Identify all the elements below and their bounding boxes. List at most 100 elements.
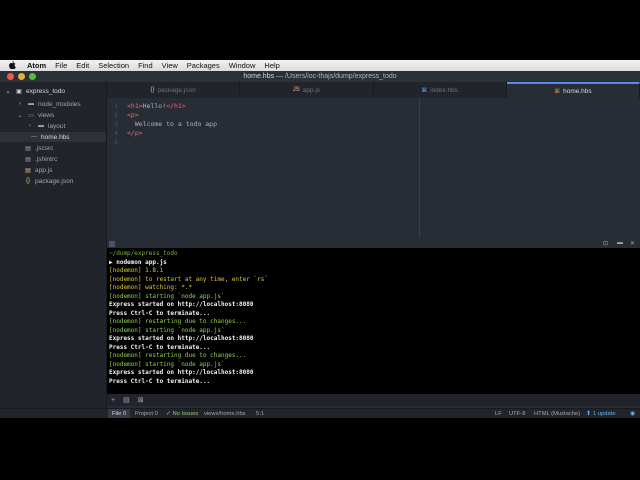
code-line: </p>	[127, 129, 143, 138]
terminal-line: Express started on http://localhost:8080	[109, 301, 254, 308]
folder-open-icon: ▭	[28, 112, 34, 119]
terminal-close-icon[interactable]: ✕	[630, 240, 635, 247]
terminal-header: ⊡ ▬ ✕	[107, 240, 640, 248]
code-line: <p>	[127, 111, 139, 120]
tree-item-layout[interactable]: › ▬ layout	[26, 121, 65, 131]
tab-home-hbs[interactable]: ⌘ home.hbs	[506, 82, 640, 98]
line-number: 4	[114, 129, 118, 137]
tree-item-label: package.json	[35, 177, 74, 185]
code-line: Welcome to a todo app	[127, 120, 217, 129]
terminal-line: Express started on http://localhost:8080	[109, 369, 254, 376]
window-title-separator: —	[274, 73, 285, 80]
terminal-line: Press Ctrl-C to terminate...	[109, 309, 211, 317]
line-number: 5	[114, 138, 118, 146]
tab-label: app.js	[302, 86, 321, 94]
tab-index-hbs[interactable]: ⌘ index.hbs	[374, 82, 507, 98]
tab-label: package.json	[157, 86, 196, 94]
tab-label: index.hbs	[430, 86, 459, 94]
atom-workspace: ⌄ ▣ express_todo › ▬ node_modules ⌄ ▭ vi…	[0, 82, 640, 419]
tree-item-label: layout	[48, 122, 66, 130]
menu-edit[interactable]: Edit	[76, 61, 89, 70]
terminal-line: [nodemon] restarting due to changes...	[109, 318, 247, 325]
menu-view[interactable]: View	[162, 61, 178, 70]
tree-item-views[interactable]: ⌄ ▭ views	[16, 110, 54, 120]
terminal-minimize-icon[interactable]: ▬	[617, 240, 623, 246]
menu-atom[interactable]: Atom	[27, 61, 46, 70]
status-grammar[interactable]: HTML (Mustache)	[534, 409, 580, 419]
new-terminal-icon[interactable]: +	[111, 397, 115, 404]
code-text: Hello!	[142, 102, 167, 110]
tree-root-express-todo[interactable]: ⌄ ▣ express_todo	[4, 86, 65, 96]
terminal-panel[interactable]: ~/dump/express_todo ▶ nodemon app.js [no…	[107, 248, 640, 394]
line-number: 1	[114, 102, 118, 110]
javascript-file-icon: JS	[292, 87, 300, 93]
tree-root-label: express_todo	[26, 87, 66, 95]
code-tag: <p>	[127, 111, 139, 119]
window-title-path: /Users/ioc-thajs/dump/express_todo	[284, 73, 397, 80]
menu-window[interactable]: Window	[229, 61, 256, 70]
terminal-session-icon[interactable]: ⊠	[138, 396, 144, 404]
terminal-line: Press Ctrl-C to terminate...	[109, 377, 211, 385]
status-line-ending[interactable]: LF	[495, 409, 502, 419]
terminal-line: [nodemon] starting `node app.js`	[109, 326, 225, 334]
status-file-tab[interactable]: File 0	[108, 408, 131, 419]
file-text-icon: ▤	[25, 145, 31, 152]
terminal-line: Express started on http://localhost:8080	[109, 335, 254, 342]
macos-menubar: Atom File Edit Selection Find View Packa…	[0, 60, 640, 71]
status-file-path[interactable]: views/home.hbs	[204, 409, 246, 419]
terminal-fullscreen-icon[interactable]: ⊡	[603, 240, 608, 247]
tree-item-home-hbs[interactable]: — home.hbs	[0, 132, 106, 142]
tab-package-json[interactable]: {} package.json	[107, 82, 241, 98]
letterbox-bottom	[0, 418, 640, 480]
terminal-line: [nodemon] restarting due to changes...	[109, 352, 247, 359]
terminal-list-icon[interactable]: ▤	[123, 396, 130, 404]
menu-help[interactable]: Help	[264, 61, 279, 70]
tree-item-label: .jscsrc	[35, 144, 54, 152]
status-project-tab[interactable]: Project 0	[135, 409, 158, 419]
terminal-line: ~/dump/express_todo	[109, 250, 178, 257]
tree-item-jscsrc[interactable]: ▤ .jscsrc	[24, 143, 53, 153]
terminal-status-icon[interactable]	[109, 241, 115, 247]
tree-item-label: home.hbs	[41, 133, 70, 141]
tree-view: ⌄ ▣ express_todo › ▬ node_modules ⌄ ▭ vi…	[0, 82, 107, 408]
menu-packages[interactable]: Packages	[187, 61, 220, 70]
code-text: Welcome to a todo app	[127, 120, 218, 128]
status-cursor-position[interactable]: 5:1	[256, 409, 264, 419]
tree-item-label: .jshintrc	[35, 155, 58, 163]
tab-app-js[interactable]: JS app.js	[240, 82, 374, 98]
tree-item-jshintrc[interactable]: ▤ .jshintrc	[24, 154, 57, 164]
json-file-icon: {}	[25, 178, 30, 184]
file-text-icon: ▤	[25, 156, 31, 163]
terminal-line: Press Ctrl-C to terminate...	[109, 343, 211, 351]
line-number: 3	[114, 120, 118, 128]
text-editor[interactable]: 1 2 3 4 5 <h1>Hello!</h1> <p> Welcome to…	[107, 98, 640, 238]
menu-file[interactable]: File	[55, 61, 67, 70]
terminal-toolbar: + ▤ ⊠	[107, 394, 640, 406]
terminal-line: [nodemon] starting `node app.js`	[109, 360, 225, 368]
chevron-down-icon: ⌄	[17, 112, 23, 119]
tree-item-node-modules[interactable]: › ▬ node_modules	[16, 99, 81, 109]
status-issues[interactable]: ✓ No Issues	[166, 409, 198, 419]
apple-icon[interactable]	[9, 60, 19, 71]
window-title: home.hbs — /Users/ioc-thajs/dump/express…	[0, 73, 640, 80]
tree-item-app-js[interactable]: ▤ app.js	[24, 165, 52, 175]
handlebars-file-icon: ⌘	[421, 87, 428, 94]
github-icon[interactable]: ◉	[630, 409, 635, 419]
tab-bar: {} package.json JS app.js ⌘ index.hbs ⌘ …	[107, 82, 640, 98]
folder-icon: ▬	[38, 123, 44, 129]
tab-label: home.hbs	[563, 87, 592, 95]
menu-find[interactable]: Find	[138, 61, 153, 70]
json-file-icon: {}	[150, 87, 155, 93]
status-encoding[interactable]: UTF-8	[509, 409, 525, 419]
status-bar: File 0 Project 0 ✓ No Issues views/home.…	[0, 408, 640, 419]
menu-selection[interactable]: Selection	[98, 61, 129, 70]
line-number: 2	[114, 111, 118, 119]
window-titlebar: home.hbs — /Users/ioc-thajs/dump/express…	[0, 71, 640, 82]
handlebars-file-icon: —	[31, 134, 37, 140]
code-tag: </h1>	[166, 102, 186, 110]
status-update[interactable]: 1 update	[593, 409, 616, 419]
window-title-doc: home.hbs	[243, 73, 275, 80]
tree-item-package-json[interactable]: {} package.json	[24, 176, 73, 186]
handlebars-file-icon: ⌘	[554, 88, 561, 95]
repo-icon: ▣	[16, 88, 22, 95]
